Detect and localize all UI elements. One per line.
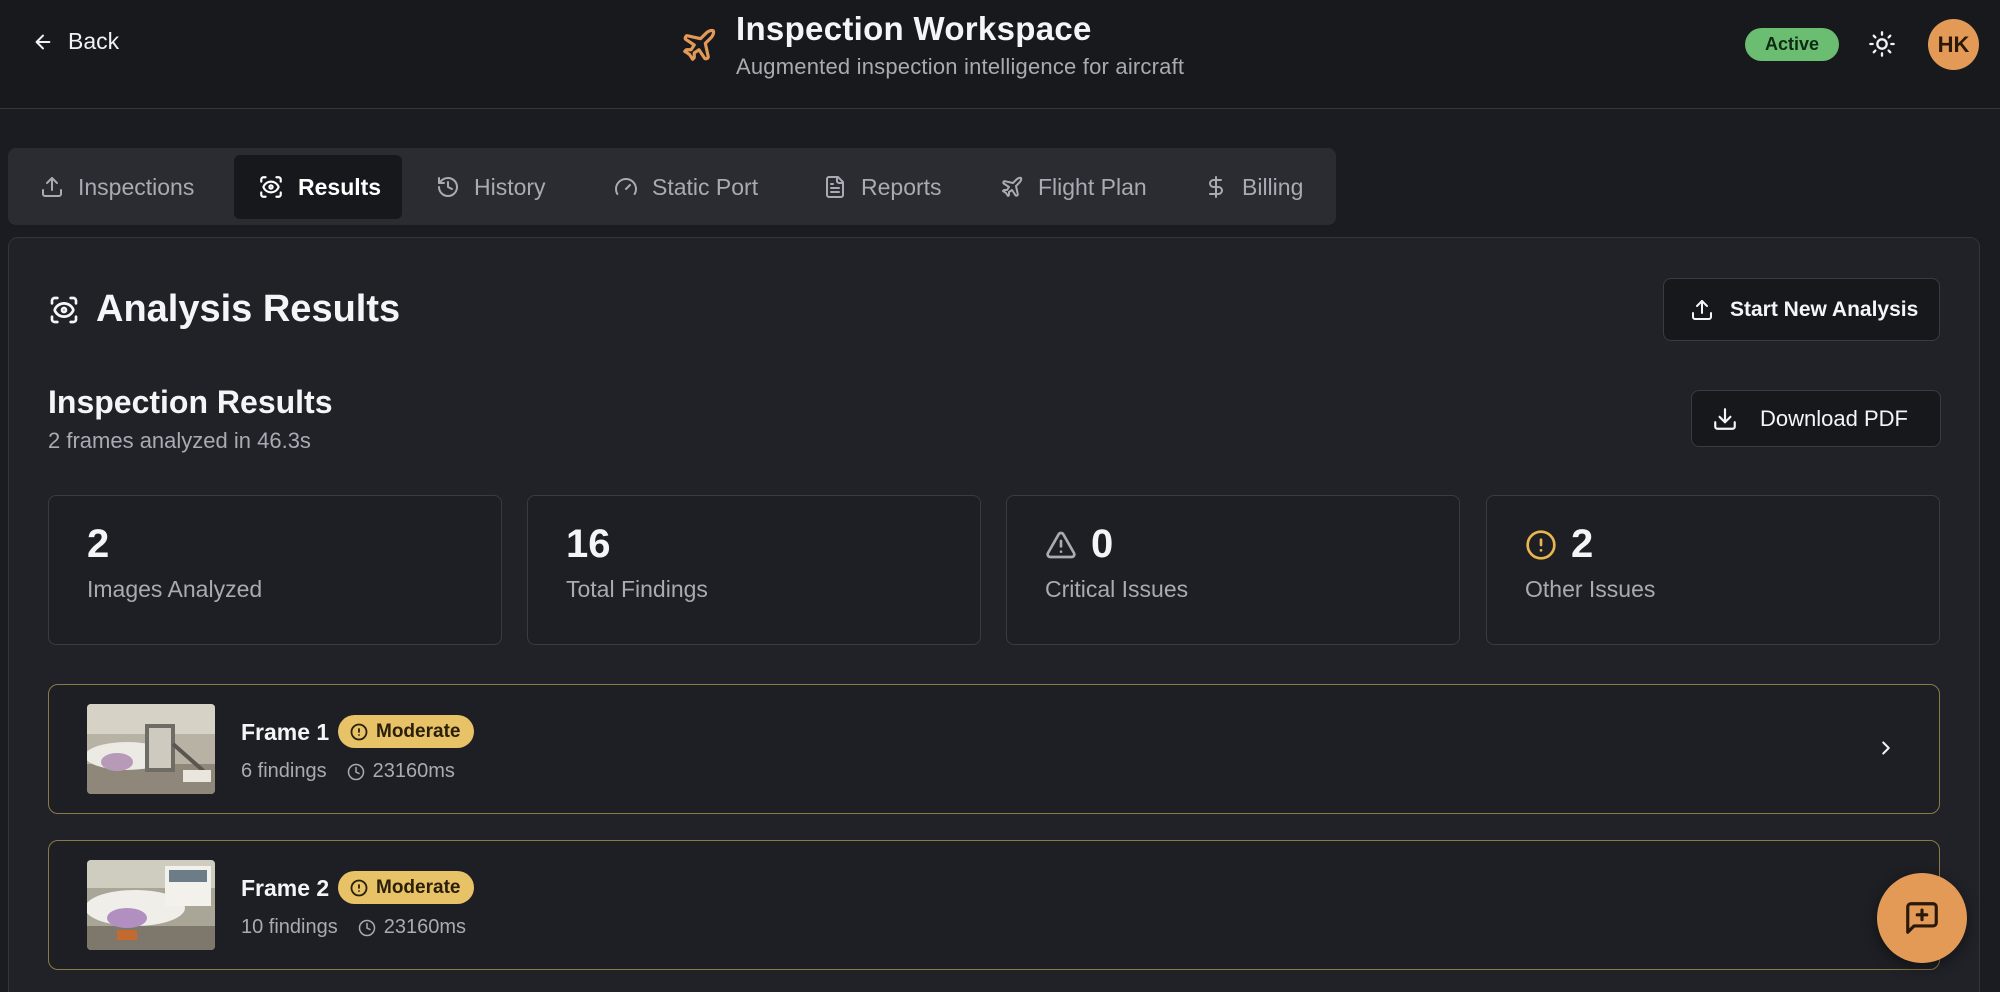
app-title: Inspection Workspace (736, 10, 1092, 47)
message-plus-icon (1903, 899, 1941, 937)
status-badge: Active (1745, 28, 1839, 61)
download-pdf-button[interactable]: Download PDF (1691, 390, 1941, 447)
start-new-analysis-button[interactable]: Start New Analysis (1663, 278, 1940, 341)
tab-label: History (474, 173, 546, 200)
tab-label: Static Port (652, 173, 759, 200)
tab-results[interactable]: Results (234, 155, 402, 219)
severity-label: Moderate (376, 876, 461, 898)
frame-row[interactable]: Frame 2 Moderate 10 findings 23160ms (48, 840, 1940, 970)
tab-reports[interactable]: Reports (799, 155, 966, 219)
stat-value: 2 (1571, 522, 1594, 566)
tab-label: Flight Plan (1038, 173, 1147, 200)
frame-row[interactable]: Frame 1 Moderate 6 findings 23160ms (48, 684, 1940, 814)
severity-label: Moderate (376, 720, 461, 742)
stat-label: Total Findings (566, 576, 708, 602)
clock-icon (358, 919, 376, 937)
arrow-left-icon (32, 31, 54, 53)
frame-meta: 6 findings 23160ms (241, 760, 455, 783)
alert-circle-icon (350, 879, 368, 897)
upload-icon (1690, 298, 1714, 322)
stat-label: Images Analyzed (87, 576, 263, 602)
stat-card-images: 2 Images Analyzed (48, 495, 502, 645)
tab-label: Inspections (78, 173, 195, 200)
section-title-text: Analysis Results (96, 288, 401, 330)
warning-triangle-icon (1045, 529, 1077, 561)
section-title: Analysis Results (48, 288, 400, 331)
stat-card-findings: 16 Total Findings (527, 495, 981, 645)
chevron-right-icon (1875, 737, 1897, 759)
tab-history[interactable]: History (412, 155, 570, 219)
theme-toggle[interactable] (1868, 30, 1896, 58)
tab-label: Billing (1242, 173, 1304, 200)
sun-icon (1868, 30, 1896, 58)
stat-label: Critical Issues (1045, 576, 1189, 602)
history-icon (436, 175, 460, 199)
app-subtitle: Augmented inspection intelligence for ai… (736, 54, 1185, 79)
tab-label: Results (298, 173, 382, 200)
eye-scan-icon (258, 174, 284, 200)
stat-card-other: 2 Other Issues (1486, 495, 1940, 645)
back-button[interactable]: Back (32, 28, 119, 55)
button-label: Start New Analysis (1730, 297, 1919, 321)
duration: 23160ms (383, 916, 467, 938)
tab-label: Reports (861, 173, 942, 200)
duration: 23160ms (372, 760, 455, 782)
severity-badge: Moderate (338, 715, 475, 748)
button-label: Download PDF (1760, 405, 1908, 431)
document-icon (823, 175, 847, 199)
tab-static-port[interactable]: Static Port (590, 155, 782, 219)
clock-icon (347, 763, 365, 781)
alert-circle-icon (350, 723, 368, 741)
eye-scan-icon (48, 294, 80, 326)
results-title: Inspection Results (48, 384, 333, 420)
app-header: Back Inspection Workspace Augmented insp… (0, 0, 2000, 109)
frame-meta: 10 findings 23160ms (241, 916, 466, 939)
gauge-icon (614, 175, 638, 199)
tab-flight-plan[interactable]: Flight Plan (976, 155, 1171, 219)
brand: Inspection Workspace Augmented inspectio… (680, 10, 1184, 80)
feedback-fab-button[interactable] (1877, 873, 1967, 963)
frame-title: Frame 2 (241, 875, 330, 901)
plane-icon (680, 26, 718, 80)
back-label: Back (68, 28, 120, 54)
findings-count: 6 findings (241, 760, 327, 782)
dollar-icon (1204, 175, 1228, 199)
stat-label: Other Issues (1525, 576, 1656, 602)
frame-thumbnail (87, 860, 215, 950)
alert-circle-icon (1525, 529, 1557, 561)
tab-bar: Inspections Results History Static Port … (8, 148, 1336, 225)
results-subtitle: 2 frames analyzed in 46.3s (48, 428, 311, 453)
stat-value: 2 (87, 522, 110, 566)
frame-title: Frame 1 (241, 719, 330, 745)
tab-billing[interactable]: Billing (1180, 155, 1327, 219)
frame-thumbnail (87, 704, 215, 794)
findings-count: 10 findings (241, 916, 338, 938)
upload-icon (40, 175, 64, 199)
severity-badge: Moderate (338, 871, 475, 904)
stat-value: 16 (566, 522, 611, 566)
stat-value: 0 (1091, 522, 1114, 566)
download-icon (1712, 406, 1738, 432)
tab-inspections[interactable]: Inspections (16, 155, 218, 219)
stat-card-critical: 0 Critical Issues (1006, 495, 1460, 645)
avatar[interactable]: HK (1928, 19, 1979, 70)
plane-icon (1000, 175, 1024, 199)
